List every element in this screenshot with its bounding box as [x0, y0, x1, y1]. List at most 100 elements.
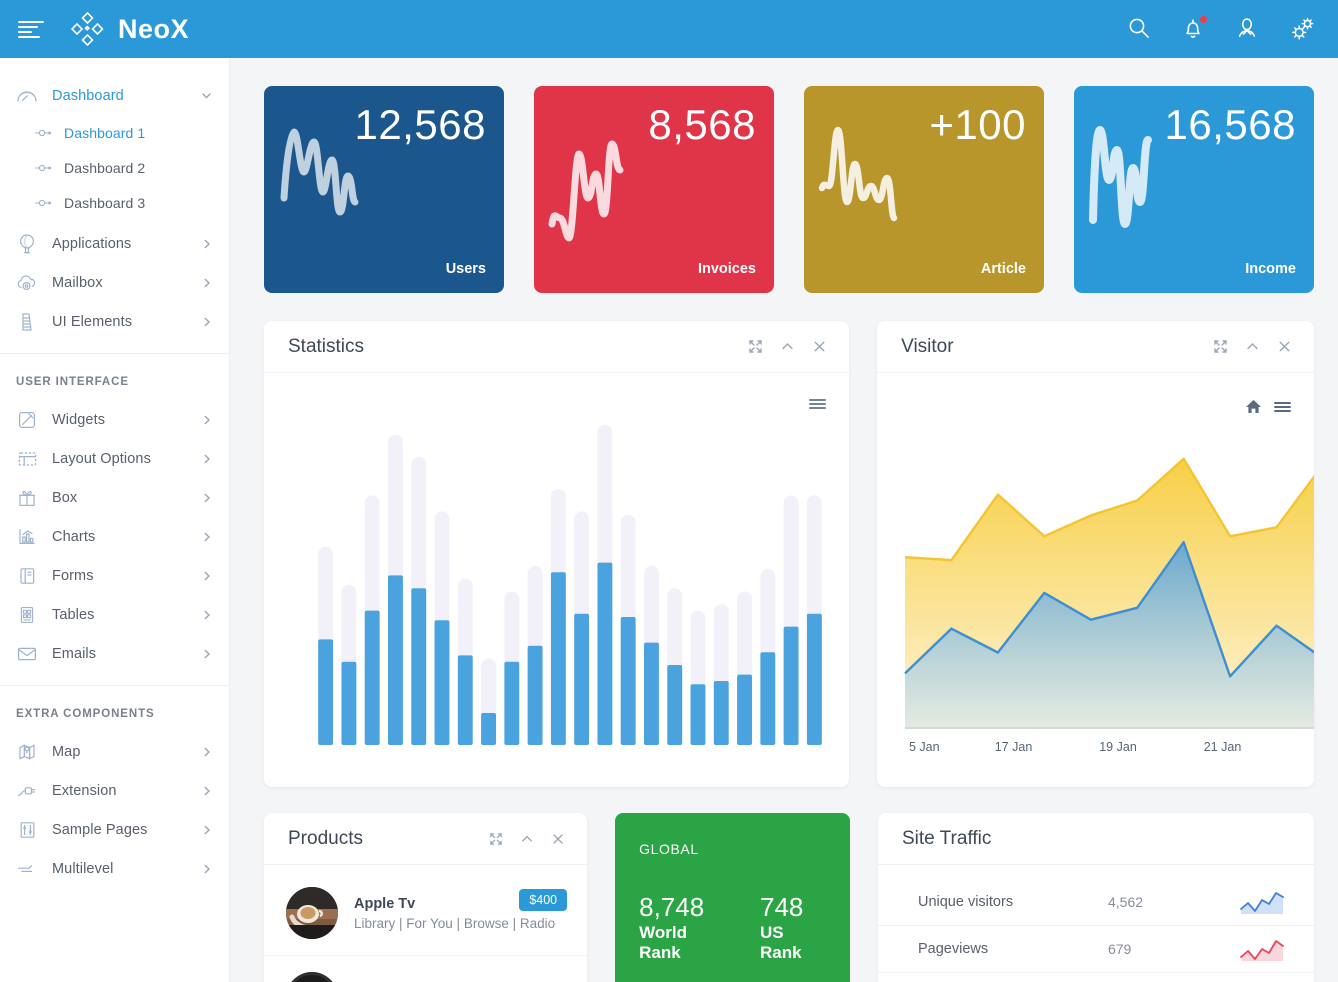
svg-text:21 Jan: 21 Jan	[1204, 740, 1242, 754]
chevron-right-icon	[201, 238, 213, 250]
expand-icon[interactable]	[748, 339, 763, 354]
chevron-right-icon	[201, 746, 213, 758]
sidebar-item-emails[interactable]: Emails	[0, 634, 229, 673]
stat-label: Users	[445, 261, 486, 277]
traffic-value: 4,562	[1107, 894, 1144, 910]
sidebar-label: Layout Options	[52, 450, 151, 467]
product-list-item[interactable]: Apple Tv Library | For You | Browse | Ra…	[264, 865, 588, 956]
traffic-row[interactable]: Unique visitors 4,562	[877, 879, 1314, 926]
sidebar-item-widgets[interactable]: Widgets	[0, 400, 229, 439]
layout-icon	[14, 448, 40, 470]
sidebar-item-box[interactable]: Box	[0, 478, 229, 517]
gift-icon	[14, 487, 40, 509]
diamond-logo-icon	[70, 11, 104, 47]
settings-icon[interactable]	[1288, 15, 1316, 43]
search-icon[interactable]	[1126, 15, 1154, 43]
site-traffic-panel-header: Site Traffic	[877, 813, 1314, 865]
traffic-value: 679	[1107, 941, 1132, 957]
product-subtitle: Library | For You | Browse | Radio	[354, 915, 556, 931]
collapse-icon[interactable]	[780, 339, 795, 354]
traffic-label: Unique visitors	[917, 894, 1014, 910]
stat-card-income[interactable]: 16,568 Income	[1074, 86, 1314, 293]
notification-dot	[1200, 16, 1207, 23]
bar-chart-icon	[14, 526, 40, 548]
tower-icon	[14, 311, 40, 333]
sidebar-label: Mailbox	[52, 274, 103, 291]
panel-title: Visitor	[901, 335, 954, 357]
sidebar-item-layout-options[interactable]: Layout Options	[0, 439, 229, 478]
sidebar-item-applications[interactable]: Applications	[0, 224, 229, 263]
user-icon[interactable]	[1234, 15, 1262, 43]
traffic-row[interactable]: Pageviews 679	[877, 926, 1314, 973]
svg-text:5 Jan: 5 Jan	[909, 740, 940, 754]
stat-card-invoices[interactable]: 8,568 Invoices	[534, 86, 774, 293]
close-icon[interactable]	[551, 832, 565, 846]
sidebar: Dashboard Dashboard 1 Dashboard 2 Dashbo…	[0, 58, 230, 982]
sidebar-label: Dashboard 2	[64, 159, 146, 176]
sidebar-item-sample-pages[interactable]: Sample Pages	[0, 810, 229, 849]
sidebar-item-multilevel[interactable]: Multilevel	[0, 849, 229, 888]
brand-logo-link[interactable]: NeoX	[70, 11, 190, 47]
site-traffic-panel: Site Traffic Unique visitors 4,562 Pagev…	[877, 813, 1314, 982]
chevron-right-icon	[201, 648, 213, 660]
sidebar-item-dashboard-2[interactable]: Dashboard 2	[0, 150, 229, 185]
sidebar-item-extension[interactable]: Extension	[0, 771, 229, 810]
form-icon	[14, 565, 40, 587]
stat-card-users[interactable]: 12,568 Users	[264, 86, 504, 293]
stat-value: 12,568	[354, 101, 486, 148]
sidebar-item-tables[interactable]: Tables	[0, 595, 229, 634]
sidebar-item-forms[interactable]: Forms	[0, 556, 229, 595]
sidebar-label: Emails	[52, 645, 97, 662]
world-rank-block: 8,748 World Rank	[639, 892, 728, 963]
statistics-panel-header: Statistics	[264, 321, 850, 373]
chevron-right-icon	[201, 414, 213, 426]
sidebar-item-charts[interactable]: Charts	[0, 517, 229, 556]
node-icon	[32, 122, 54, 144]
close-icon[interactable]	[1277, 339, 1292, 354]
chevron-right-icon	[201, 531, 213, 543]
sidebar-item-ui-elements[interactable]: UI Elements	[0, 302, 229, 341]
bell-icon[interactable]	[1180, 15, 1208, 43]
visitor-area-chart: 5 Jan17 Jan19 Jan21 Jan2	[904, 457, 1314, 754]
product-list-item[interactable]	[264, 956, 587, 982]
expand-icon[interactable]	[489, 832, 503, 846]
stat-value: 8,568	[648, 101, 756, 148]
menu-toggle-button[interactable]	[18, 17, 48, 41]
traffic-label: Pageviews	[917, 941, 989, 957]
node-icon	[32, 192, 54, 214]
sidebar-item-map[interactable]: Map	[0, 732, 229, 771]
products-panel: Products Apple Tv Library | For You | Br…	[264, 813, 588, 982]
sidebar-label: Map	[52, 743, 81, 760]
speedometer-icon	[14, 85, 40, 107]
chevron-right-icon	[201, 863, 213, 875]
svg-text:19 Jan: 19 Jan	[1099, 740, 1137, 754]
brand-name: NeoX	[118, 13, 190, 44]
sidebar-label: Sample Pages	[52, 821, 148, 838]
stat-value: 16,568	[1164, 101, 1296, 148]
sidebar-item-mailbox[interactable]: Mailbox	[0, 263, 229, 302]
menu-line	[18, 20, 44, 23]
panel-tools	[489, 832, 565, 846]
sidebar-item-dashboard-3[interactable]: Dashboard 3	[0, 185, 229, 220]
sidebar-label: Extension	[52, 782, 117, 799]
collapse-icon[interactable]	[520, 832, 534, 846]
bottom-row: Products Apple Tv Library | For You | Br…	[264, 813, 1314, 982]
collapse-icon[interactable]	[1245, 339, 1260, 354]
chevron-right-icon	[201, 785, 213, 797]
menu-line	[18, 25, 38, 28]
sidebar-item-dashboard-1[interactable]: Dashboard 1	[0, 115, 229, 150]
global-rank-card[interactable]: GLOBAL 8,748 World Rank 748 US Rank	[615, 813, 850, 982]
sidebar-item-dashboard[interactable]: Dashboard	[0, 76, 229, 115]
close-icon[interactable]	[812, 339, 827, 354]
expand-icon[interactable]	[1213, 339, 1228, 354]
stat-card-article[interactable]: +100 Article	[804, 86, 1044, 293]
chevron-right-icon	[201, 824, 213, 836]
map-icon	[14, 741, 40, 763]
chevron-right-icon	[201, 316, 213, 328]
traffic-sparkline-unique-visitors	[1238, 890, 1284, 914]
menu-line	[18, 30, 32, 33]
sidebar-label: Charts	[52, 528, 96, 545]
spark-invoices-icon	[548, 140, 624, 242]
product-avatar	[286, 972, 338, 982]
top-header: NeoX	[0, 0, 1338, 58]
